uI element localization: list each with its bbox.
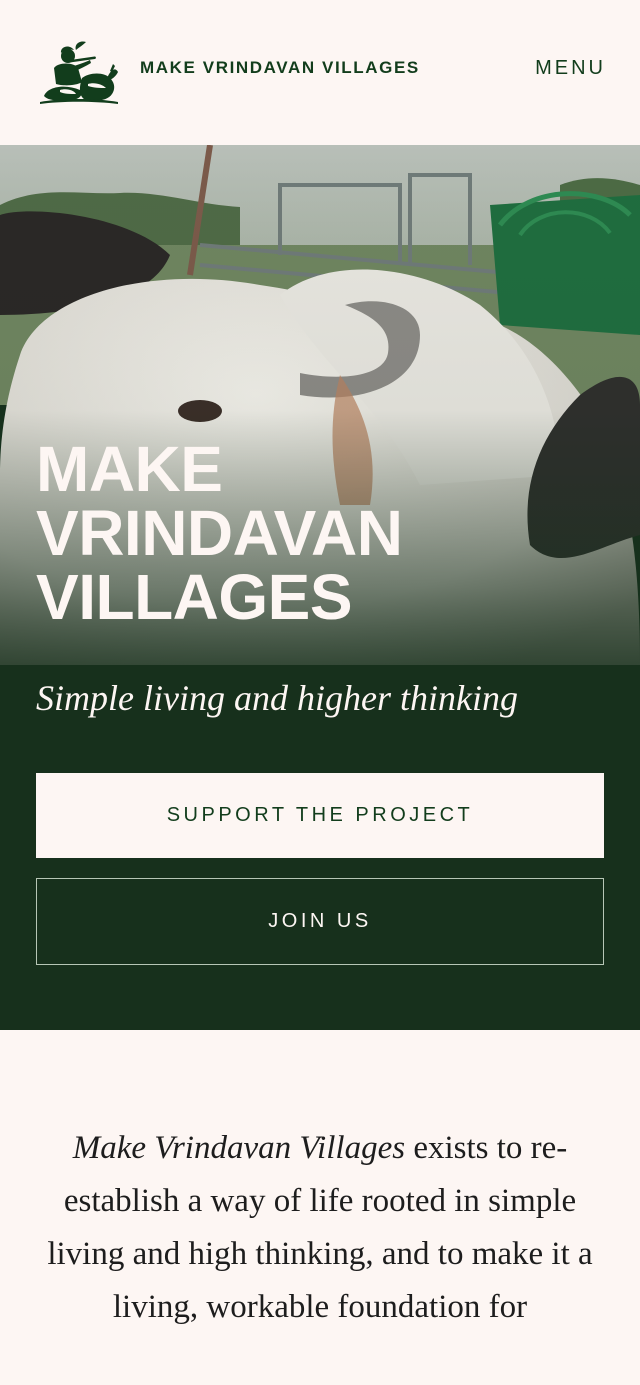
intro-section: Make Vrindavan Villages exists to re-est… [0,1030,640,1385]
site-brand[interactable]: MAKE VRINDAVAN VILLAGES [140,58,420,78]
hero-title: MAKE VRINDAVAN VILLAGES [36,433,403,633]
intro-paragraph: Make Vrindavan Villages exists to re-est… [36,1122,604,1334]
krishna-with-cow-logo-icon[interactable] [40,38,118,106]
support-project-button[interactable]: SUPPORT THE PROJECT [36,773,604,858]
site-header: MAKE VRINDAVAN VILLAGES MENU [0,0,640,145]
intro-emphasis: Make Vrindavan Villages [72,1130,406,1166]
hero-subtitle: Simple living and higher thinking [36,678,518,718]
menu-button[interactable]: MENU [535,57,606,80]
join-us-button[interactable]: JOIN US [36,878,604,965]
hero-section: MAKE VRINDAVAN VILLAGES Simple living an… [0,145,640,1030]
